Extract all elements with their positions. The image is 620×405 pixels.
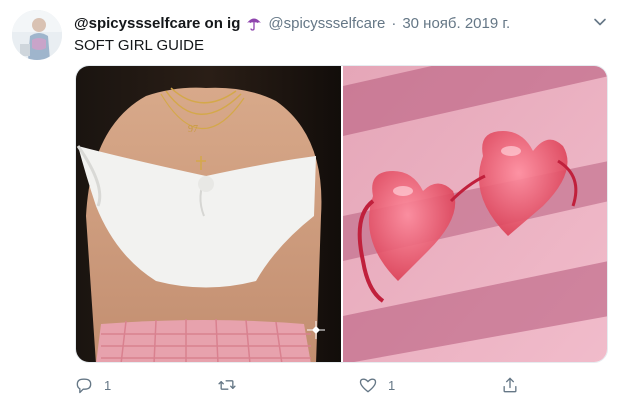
user-handle[interactable]: @spicyssselfcare: [268, 15, 385, 32]
share-icon: [503, 377, 517, 393]
retweet-button[interactable]: [217, 372, 237, 398]
avatar-image: [12, 10, 62, 60]
heart-icon: [359, 378, 377, 393]
chevron-down-icon[interactable]: [592, 14, 608, 30]
like-button[interactable]: 1: [358, 372, 395, 398]
retweet-icon: [218, 380, 236, 390]
reply-button[interactable]: 1: [74, 372, 111, 398]
reply-icon: [76, 378, 92, 394]
umbrella-icon: [246, 15, 262, 31]
media-photo-left[interactable]: 97: [76, 66, 341, 362]
reply-count: 1: [104, 377, 112, 393]
tweet-text: SOFT GIRL GUIDE: [74, 37, 205, 54]
media-grid: 97: [75, 65, 608, 363]
avatar[interactable]: [12, 10, 62, 60]
separator-dot: ·: [391, 14, 397, 32]
share-button[interactable]: [500, 372, 520, 398]
display-name[interactable]: @spicyssselfcare on ig: [74, 15, 240, 32]
tweet-header: @spicyssselfcare on ig @spicyssselfcare …: [74, 12, 608, 34]
tweet-date[interactable]: 30 нояб. 2019 г.: [402, 15, 510, 32]
tweet-actions: 1 1: [74, 372, 520, 398]
svg-text:97: 97: [188, 124, 198, 135]
media-photo-right[interactable]: [342, 66, 607, 362]
like-count: 1: [388, 377, 396, 393]
